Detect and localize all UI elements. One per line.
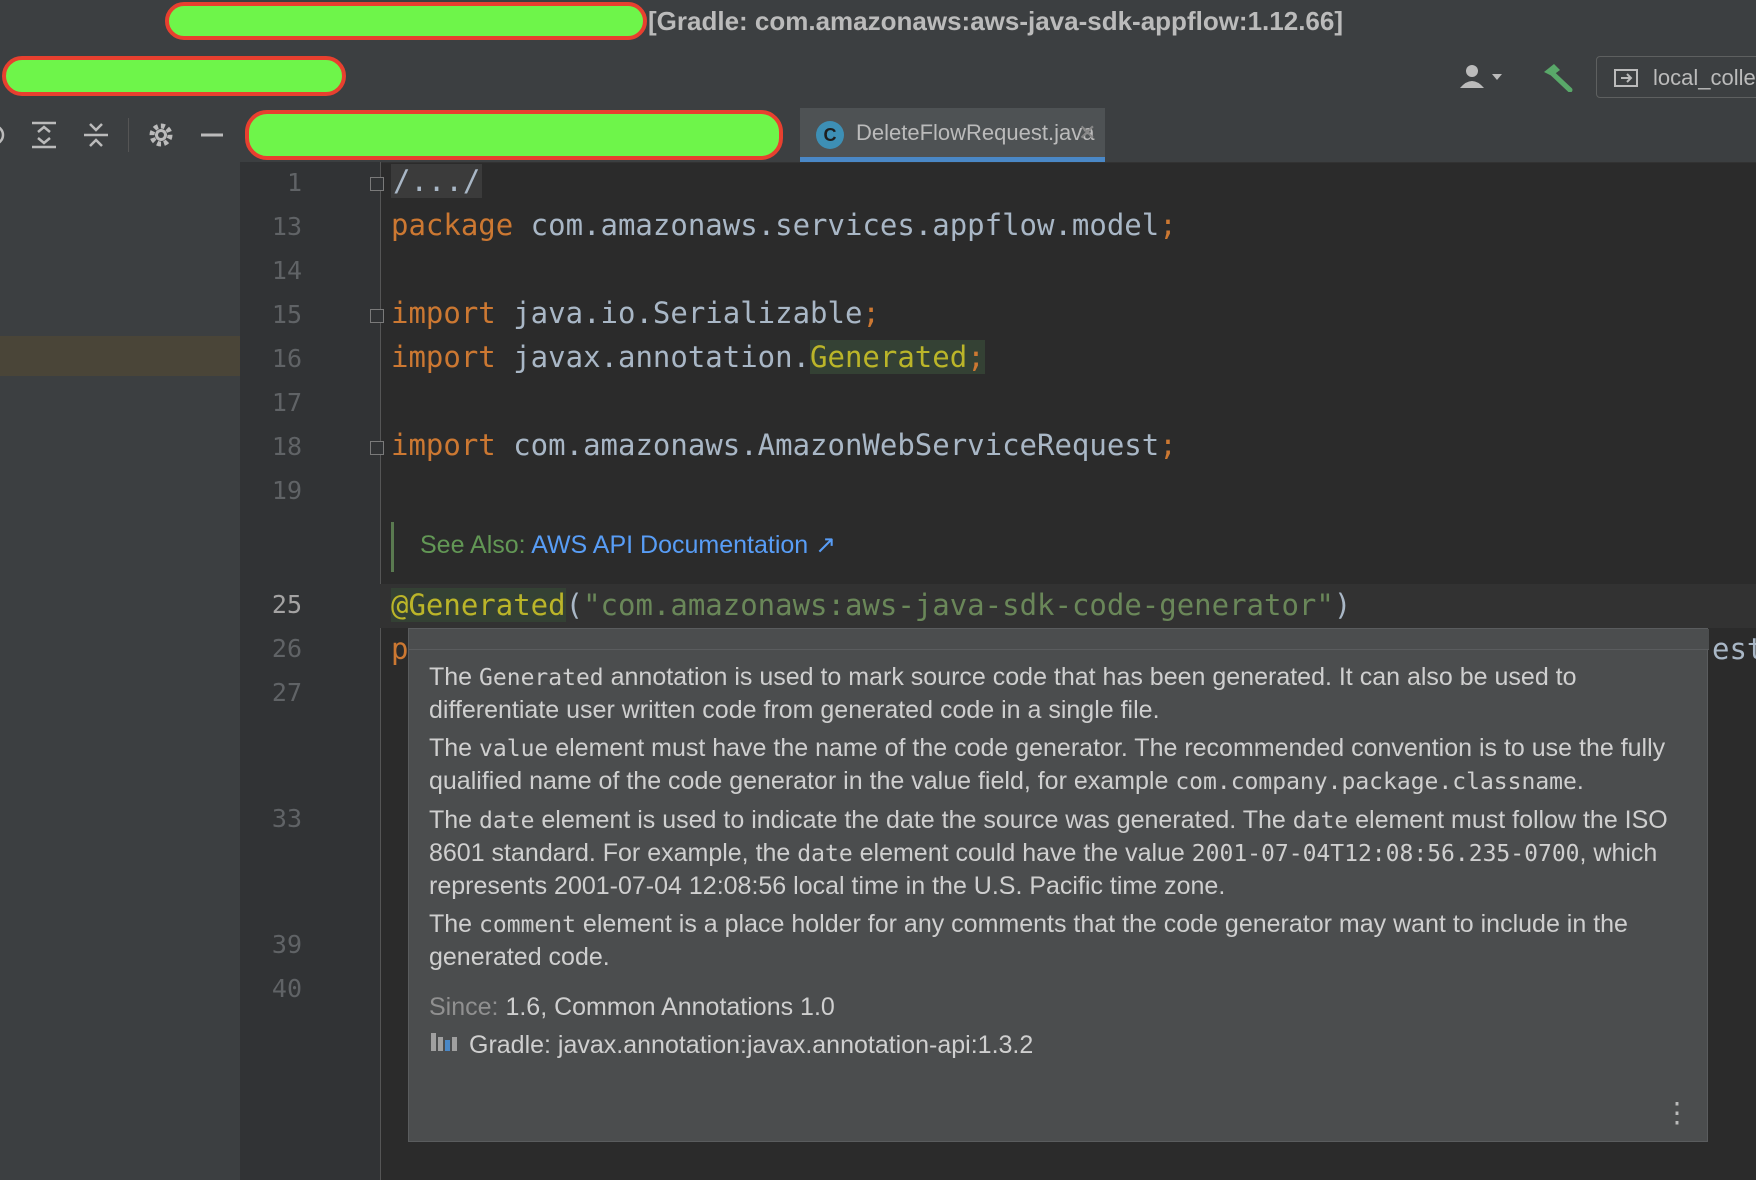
line-number: 16 <box>271 344 302 373</box>
close-icon[interactable]: ✕ <box>1078 120 1096 146</box>
paren: ) <box>1333 588 1352 622</box>
tab-label: DeleteFlowRequest.java <box>856 120 1095 145</box>
tab-deleteflowrequest-java[interactable]: C DeleteFlowRequest.java ✕ <box>800 108 1105 162</box>
line-number: 13 <box>271 212 302 241</box>
keyword: import <box>391 340 496 374</box>
redacted-region <box>165 2 647 40</box>
user-account-icon[interactable] <box>1456 62 1508 97</box>
line-number: 14 <box>271 256 302 285</box>
line-number: 1 <box>286 168 302 197</box>
line-number: 19 <box>271 476 302 505</box>
popup-scrolled-header <box>409 629 1709 650</box>
keyword: import <box>391 428 496 462</box>
run-config-label: local_colle <box>1653 65 1756 90</box>
toolbar-separator <box>128 118 129 152</box>
navigation-bar: local_colle <box>0 46 1756 109</box>
folded-header-comment[interactable]: /.../ <box>391 164 483 198</box>
annotation-generated[interactable]: @Generated <box>391 588 566 622</box>
line-number: 40 <box>271 974 302 1003</box>
line-number: 17 <box>271 388 302 417</box>
semicolon: ; <box>1159 428 1177 462</box>
code-line-1[interactable]: /.../ <box>391 164 483 198</box>
editor-tab-bar: C DeleteFlowRequest.java ✕ <box>240 108 1756 163</box>
keyword: package <box>391 208 514 242</box>
line-number-current: 25 <box>271 590 302 619</box>
redacted-region <box>245 110 783 160</box>
run-configuration-selector[interactable]: local_colle <box>1596 56 1756 98</box>
line-number-gutter[interactable]: 1 13 14 15 16 17 18 19 25 26 27 33 39 40 <box>240 162 381 1180</box>
project-tool-toolbar <box>0 108 240 163</box>
line-number: 33 <box>271 804 302 833</box>
code-line-16[interactable]: import javax.annotation.Generated; <box>391 340 985 374</box>
doc-since: Since: 1.6, Common Annotations 1.0 <box>429 991 1689 1023</box>
doc-paragraph: The date element is used to indicate the… <box>429 806 1668 900</box>
import-path: java.io.Serializable <box>495 296 863 330</box>
build-hammer-icon[interactable] <box>1540 62 1574 97</box>
window-title: [Gradle: com.amazonaws:aws-java-sdk-appf… <box>648 6 1343 36</box>
semicolon: ; <box>967 340 985 374</box>
fold-collapse-icon[interactable] <box>370 441 384 455</box>
rendered-javadoc-see-also: See Also: AWS API Documentation ↗ <box>391 522 836 572</box>
library-icon <box>429 1029 459 1061</box>
keyword: import <box>391 296 496 330</box>
run-config-icon <box>1613 66 1641 95</box>
java-class-icon: C <box>816 121 844 149</box>
code-line-18[interactable]: import com.amazonaws.AmazonWebServiceReq… <box>391 428 1177 462</box>
project-tree-selected-row[interactable] <box>0 336 240 376</box>
line-number: 27 <box>271 678 302 707</box>
code-line-15[interactable]: import java.io.Serializable; <box>391 296 880 330</box>
string-literal: "com.amazonaws:aws-java-sdk-code-generat… <box>583 588 1334 622</box>
import-path: com.amazonaws.AmazonWebServiceRequest <box>495 428 1160 462</box>
semicolon: ; <box>862 296 880 330</box>
code-line-26-overflow: est <box>1712 632 1756 666</box>
code-line-13[interactable]: package com.amazonaws.services.appflow.m… <box>391 208 1177 242</box>
project-pane <box>0 162 241 1180</box>
since-value: 1.6, Common Annotations 1.0 <box>505 993 835 1021</box>
code-line-26[interactable]: p <box>391 632 408 666</box>
code-line-25[interactable]: @Generated("com.amazonaws:aws-java-sdk-c… <box>391 588 1351 622</box>
package-name: com.amazonaws.services.appflow.model <box>513 208 1160 242</box>
line-number: 39 <box>271 930 302 959</box>
redacted-region <box>2 56 346 96</box>
import-path: javax.annotation. <box>495 340 811 374</box>
hide-panel-icon[interactable] <box>198 120 226 155</box>
window-title-bar: [Gradle: com.amazonaws:aws-java-sdk-appf… <box>0 0 1756 47</box>
line-number: 15 <box>271 300 302 329</box>
fold-expand-icon[interactable] <box>370 177 384 191</box>
doc-paragraph: The comment element is a place holder fo… <box>429 910 1628 971</box>
locate-file-icon[interactable] <box>0 120 12 155</box>
paren: ( <box>565 588 584 622</box>
expand-all-icon[interactable] <box>28 120 60 155</box>
gear-icon[interactable] <box>146 120 176 155</box>
aws-api-documentation-link[interactable]: AWS API Documentation ↗ <box>531 531 836 559</box>
see-also-label: See Also: <box>420 531 532 559</box>
since-label: Since: <box>429 993 506 1021</box>
line-number: 18 <box>271 432 302 461</box>
library-name: Gradle: javax.annotation:javax.annotatio… <box>469 1031 1034 1059</box>
semicolon: ; <box>1159 208 1177 242</box>
more-options-icon[interactable]: ⋮ <box>1663 1096 1691 1129</box>
highlighted-symbol-generated[interactable]: Generated <box>810 340 968 374</box>
line-number: 26 <box>271 634 302 663</box>
documentation-body: The Generated annotation is used to mark… <box>429 661 1689 1067</box>
quick-documentation-popup[interactable]: The Generated annotation is used to mark… <box>408 628 1709 1142</box>
fold-collapse-icon[interactable] <box>370 309 384 323</box>
doc-paragraph: The value element must have the name of … <box>429 734 1666 795</box>
doc-paragraph: The Generated annotation is used to mark… <box>429 663 1577 724</box>
collapse-all-icon[interactable] <box>80 120 112 155</box>
doc-library: Gradle: javax.annotation:javax.annotatio… <box>429 1029 1689 1061</box>
